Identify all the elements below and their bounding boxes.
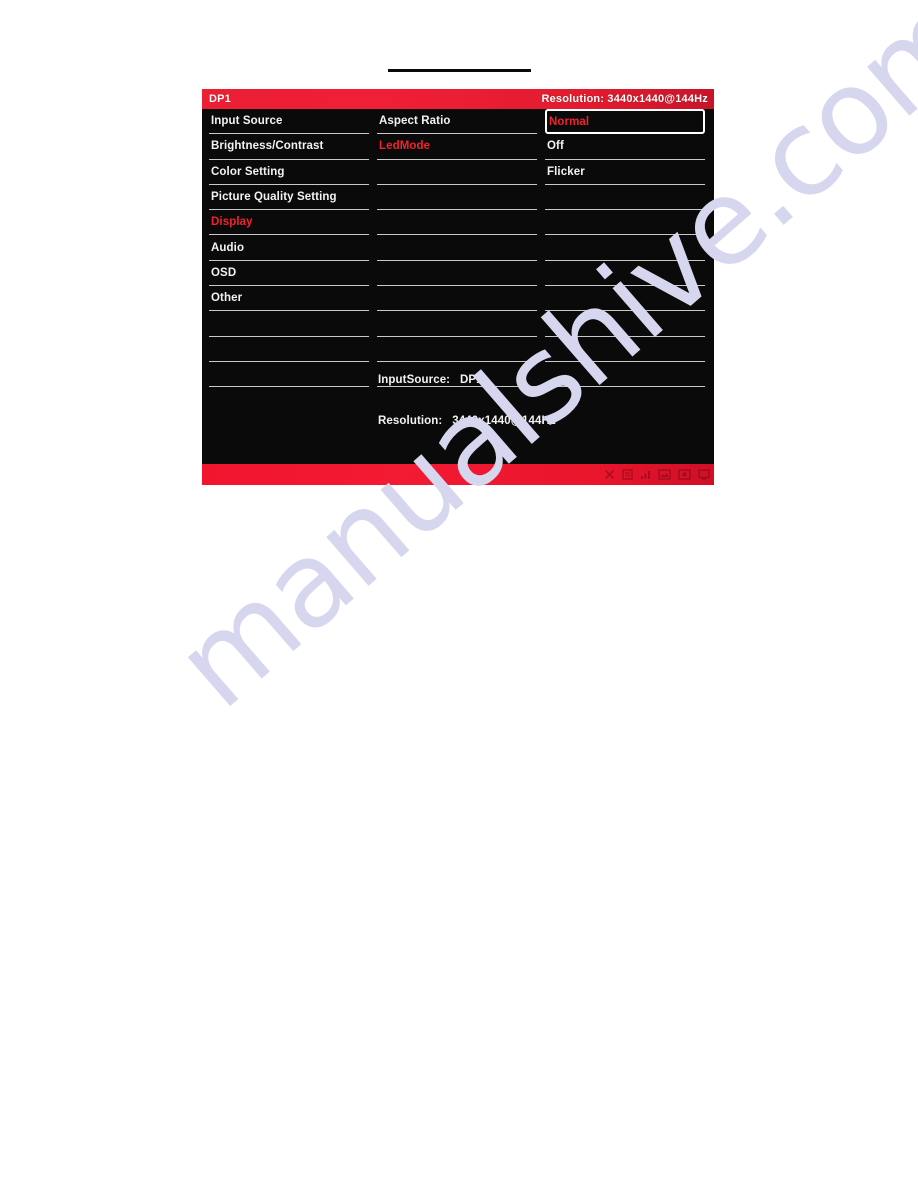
menu-item-display[interactable]: Display — [209, 210, 369, 236]
value-option-label: Flicker — [547, 165, 585, 178]
menu-item-label: Brightness/Contrast — [211, 140, 324, 153]
osd-footer-bar — [202, 464, 714, 485]
submenu-item-empty — [377, 160, 537, 185]
menu-item-empty — [209, 362, 369, 388]
osd-footer-icon-group — [604, 466, 710, 482]
value-option-empty — [545, 362, 705, 388]
menu-item-label: Audio — [211, 241, 245, 254]
submenu-item-ledmode[interactable]: LedMode — [377, 134, 537, 160]
status-input-source: InputSource: DP1 — [378, 374, 483, 386]
value-option-empty — [545, 337, 705, 362]
image-icon[interactable] — [658, 468, 671, 480]
submenu-item-empty — [377, 235, 537, 261]
submenu-item-empty — [377, 261, 537, 287]
menu-item-label: Color Setting — [211, 165, 285, 178]
osd-status-block: InputSource: DP1 Resolution: 3440x1440@1… — [378, 347, 556, 455]
value-option-label: Off — [547, 140, 564, 153]
menu-item-brightness-contrast[interactable]: Brightness/Contrast — [209, 134, 369, 160]
signal-icon[interactable] — [640, 469, 651, 480]
close-icon[interactable] — [604, 469, 615, 480]
menu-item-label: Picture Quality Setting — [211, 191, 337, 204]
menu-item-empty — [209, 337, 369, 362]
status-resolution: Resolution: 3440x1440@144Hz — [378, 414, 556, 427]
value-option-empty — [545, 235, 705, 261]
submenu-item-empty — [377, 286, 537, 312]
menu-item-empty — [209, 311, 369, 337]
submenu-item-empty — [377, 185, 537, 211]
osd-input-source-label: DP1 — [209, 93, 231, 105]
submenu-item-aspect-ratio[interactable]: Aspect Ratio — [377, 109, 537, 135]
horizontal-rule — [388, 69, 531, 72]
osd-column-values: Normal Off Flicker — [541, 109, 709, 464]
osd-header-bar: DP1 Resolution: 3440x1440@144Hz — [202, 89, 714, 109]
submenu-item-label: LedMode — [379, 140, 431, 153]
menu-item-other[interactable]: Other — [209, 286, 369, 312]
menu-item-empty — [209, 387, 369, 412]
menu-item-picture-quality-setting[interactable]: Picture Quality Setting — [209, 185, 369, 211]
value-option-flicker[interactable]: Flicker — [545, 160, 705, 185]
value-option-label: Normal — [549, 115, 590, 128]
osd-menu-panel: DP1 Resolution: 3440x1440@144Hz Input So… — [202, 89, 714, 485]
value-option-empty — [545, 286, 705, 312]
value-option-empty — [545, 311, 705, 337]
display-icon[interactable] — [698, 468, 710, 480]
value-option-empty — [545, 210, 705, 236]
osd-resolution-label: Resolution: 3440x1440@144Hz — [541, 93, 708, 105]
menu-icon[interactable] — [622, 468, 633, 480]
value-option-off[interactable]: Off — [545, 134, 705, 160]
menu-item-label: OSD — [211, 266, 237, 279]
osd-column-main-menu: Input Source Brightness/Contrast Color S… — [205, 109, 373, 464]
value-option-empty — [545, 387, 705, 412]
menu-item-label: Display — [211, 216, 253, 229]
value-option-empty — [545, 185, 705, 211]
submenu-item-empty — [377, 210, 537, 236]
value-option-normal[interactable]: Normal — [545, 109, 705, 135]
menu-item-label: Input Source — [211, 115, 283, 128]
menu-item-color-setting[interactable]: Color Setting — [209, 160, 369, 185]
submenu-item-empty — [377, 311, 537, 337]
menu-item-input-source[interactable]: Input Source — [209, 109, 369, 135]
osd-columns: Input Source Brightness/Contrast Color S… — [202, 109, 714, 464]
menu-item-audio[interactable]: Audio — [209, 235, 369, 261]
value-option-empty — [545, 261, 705, 287]
menu-item-osd[interactable]: OSD — [209, 261, 369, 287]
menu-item-label: Other — [211, 292, 243, 305]
picture-icon[interactable] — [678, 468, 691, 480]
submenu-item-label: Aspect Ratio — [379, 115, 451, 128]
